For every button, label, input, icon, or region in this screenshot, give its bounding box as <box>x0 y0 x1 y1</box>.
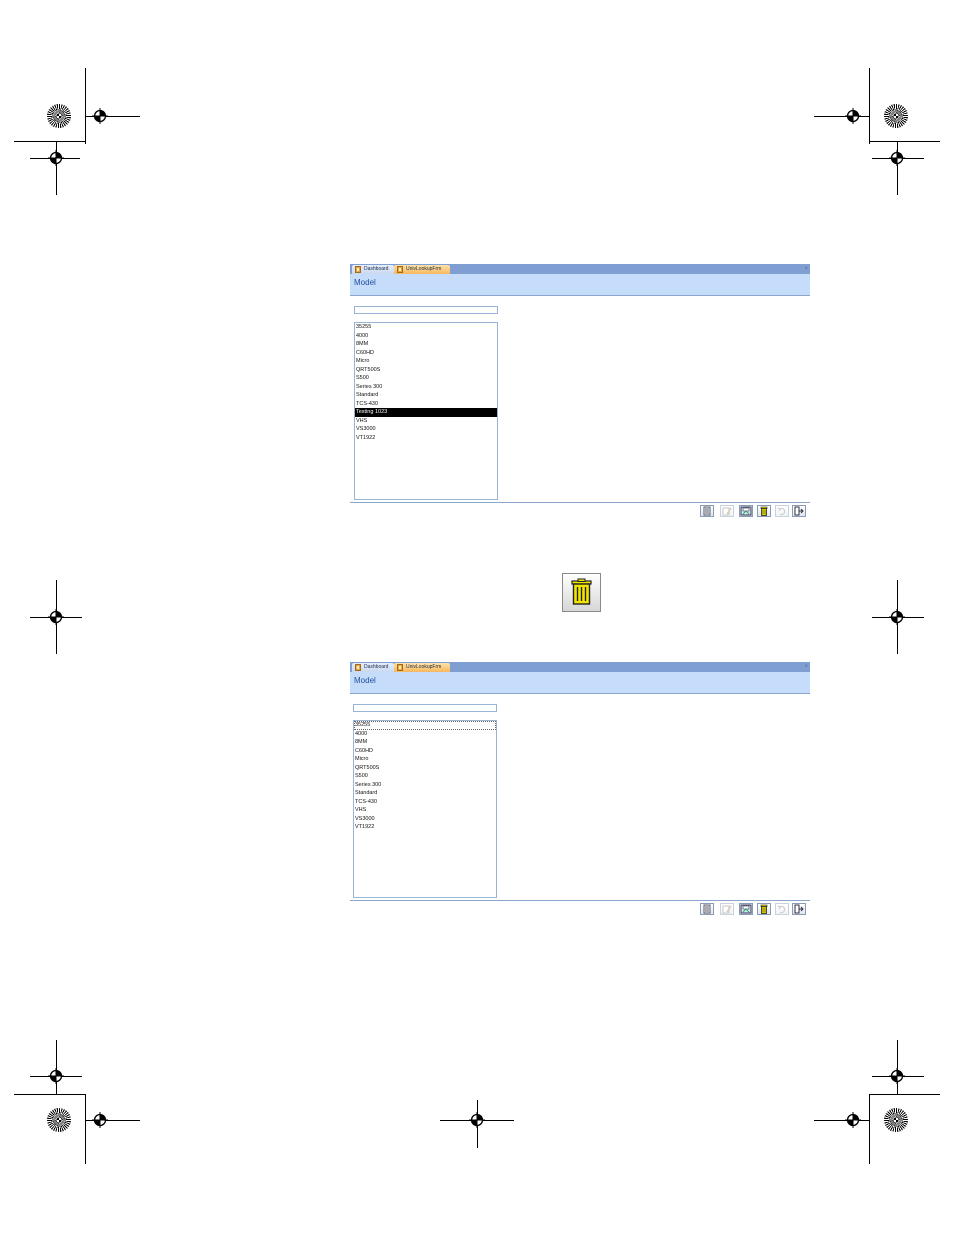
crosshair-icon <box>889 609 905 625</box>
crosshair-icon <box>845 1112 861 1128</box>
delete-trash-icon <box>760 904 768 914</box>
list-item[interactable]: S500 <box>355 374 497 383</box>
tab-dashboard[interactable]: Dashboard <box>352 663 394 672</box>
close-form-button[interactable] <box>792 505 806 517</box>
edit-record-button[interactable] <box>720 903 734 915</box>
form-header: Model <box>350 672 810 694</box>
list-item[interactable]: VT1922 <box>354 823 496 832</box>
form-header: Model <box>350 274 810 296</box>
list-item[interactable]: Series 300 <box>354 781 496 790</box>
new-record-button[interactable] <box>700 903 714 915</box>
list-item[interactable]: C60HD <box>355 349 497 358</box>
tab-univlookupfrm[interactable]: UnivLookupFrm <box>394 663 450 672</box>
footer-divider <box>350 900 810 901</box>
tab-label: UnivLookupFrm <box>406 266 442 272</box>
edit-record-icon <box>722 507 732 516</box>
document-tab-bar: Dashboard UnivLookupFrm × <box>350 264 810 274</box>
list-item[interactable]: VHS <box>355 417 497 426</box>
close-icon[interactable]: × <box>804 265 808 273</box>
save-record-button[interactable] <box>739 505 753 517</box>
list-item[interactable]: 8MM <box>355 340 497 349</box>
crosshair-icon <box>845 108 861 124</box>
list-item[interactable]: 35255 <box>355 323 497 332</box>
crosshair-icon <box>48 150 64 166</box>
footer-divider <box>350 502 810 503</box>
tab-univlookupfrm[interactable]: UnivLookupFrm <box>394 265 450 274</box>
list-item[interactable]: Series 300 <box>355 383 497 392</box>
form-title: Model <box>354 676 376 685</box>
crosshair-icon <box>889 1068 905 1084</box>
crosshair-icon <box>469 1112 485 1128</box>
crosshair-icon <box>48 1068 64 1084</box>
list-item[interactable]: VHS <box>354 806 496 815</box>
tab-label: UnivLookupFrm <box>406 664 442 670</box>
list-item[interactable]: 8MM <box>354 738 496 747</box>
close-form-icon <box>794 506 804 516</box>
save-record-icon <box>740 904 752 914</box>
crosshair-icon <box>889 150 905 166</box>
save-record-icon <box>740 506 752 516</box>
tab-label: Dashboard <box>364 266 389 272</box>
save-record-button[interactable] <box>739 903 753 915</box>
list-item[interactable]: VT1922 <box>355 434 497 443</box>
list-item[interactable]: QRT500S <box>354 764 496 773</box>
list-item[interactable]: C60HD <box>354 747 496 756</box>
form-icon <box>397 664 403 671</box>
list-item[interactable]: 35255 <box>354 721 496 730</box>
crosshair-icon <box>48 609 64 625</box>
list-item[interactable]: TCS-430 <box>355 400 497 409</box>
form-icon <box>397 266 403 273</box>
list-item[interactable]: Micro <box>355 357 497 366</box>
list-item[interactable]: QRT500S <box>355 366 497 375</box>
close-form-icon <box>794 904 804 914</box>
delete-trash-button[interactable] <box>757 903 771 915</box>
document-tab-bar: Dashboard UnivLookupFrm × <box>350 662 810 672</box>
delete-button-callout <box>562 573 601 612</box>
new-record-button[interactable] <box>700 505 714 517</box>
form-title: Model <box>354 278 376 287</box>
list-item[interactable]: Standard <box>355 391 497 400</box>
edit-record-button[interactable] <box>720 505 734 517</box>
registration-disc-icon <box>884 1108 908 1132</box>
list-item[interactable]: VS3000 <box>355 425 497 434</box>
delete-trash-button[interactable] <box>757 505 771 517</box>
form-icon <box>355 664 361 671</box>
undo-icon <box>777 905 786 913</box>
form-screenshot-after: Dashboard UnivLookupFrm × Model 35255 400… <box>350 662 810 918</box>
list-item[interactable]: VS3000 <box>354 815 496 824</box>
undo-icon <box>777 507 786 515</box>
list-item[interactable]: TCS-430 <box>354 798 496 807</box>
new-record-icon <box>703 506 711 516</box>
list-item[interactable]: S500 <box>354 772 496 781</box>
list-item[interactable]: Micro <box>354 755 496 764</box>
list-item[interactable]: Testing 1023 <box>355 408 497 417</box>
model-search-input[interactable] <box>353 704 497 712</box>
model-list[interactable]: 35255 4000 8MM C60HD Micro QRT500S S500 Series … <box>354 322 498 500</box>
crosshair-icon <box>92 108 108 124</box>
model-search-input[interactable] <box>354 306 498 314</box>
list-item[interactable]: 4000 <box>355 332 497 341</box>
undo-button[interactable] <box>775 903 789 915</box>
tab-label: Dashboard <box>364 664 389 670</box>
list-item[interactable]: Standard <box>354 789 496 798</box>
close-icon[interactable]: × <box>804 663 808 671</box>
tab-dashboard[interactable]: Dashboard <box>352 265 394 274</box>
delete-trash-icon <box>571 578 592 605</box>
close-form-button[interactable] <box>792 903 806 915</box>
registration-disc-icon <box>47 1108 71 1132</box>
undo-button[interactable] <box>775 505 789 517</box>
registration-disc-icon <box>47 104 71 128</box>
registration-disc-icon <box>884 104 908 128</box>
edit-record-icon <box>722 905 732 914</box>
form-icon <box>355 266 361 273</box>
list-item[interactable]: 4000 <box>354 730 496 739</box>
model-list[interactable]: 35255 4000 8MM C60HD Micro QRT500S S500 Series … <box>353 720 497 898</box>
crosshair-icon <box>92 1112 108 1128</box>
new-record-icon <box>703 904 711 914</box>
delete-trash-icon <box>760 506 768 516</box>
form-screenshot-before: Dashboard UnivLookupFrm × Model 35255 400… <box>350 264 810 520</box>
